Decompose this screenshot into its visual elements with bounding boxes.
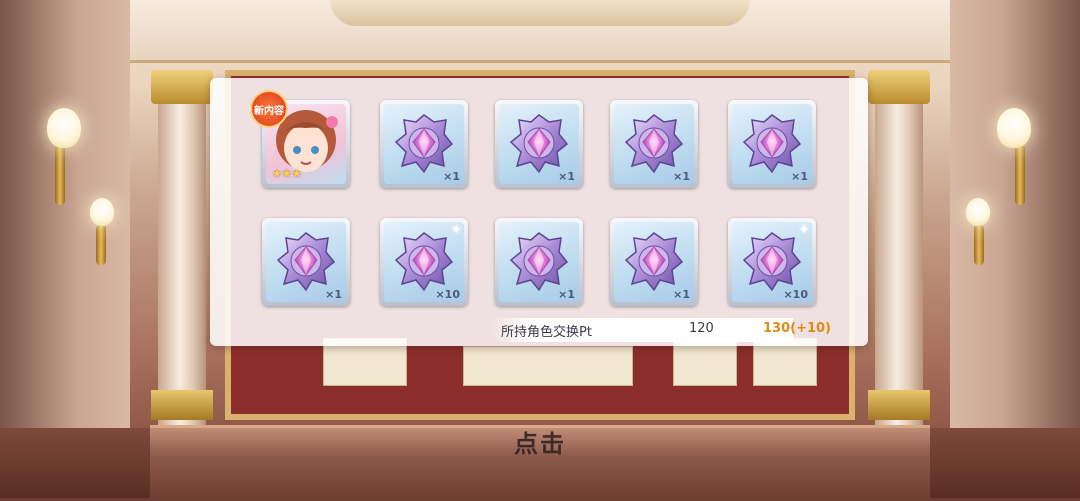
item-slot[interactable]: ×10 ✦ <box>380 218 468 306</box>
item-slot[interactable]: ×10 ✦ <box>728 218 816 306</box>
right-pillar-capital <box>868 70 930 104</box>
exchange-pt-row: 所持角色交换Pt 120 130(+10) <box>493 318 831 342</box>
purple-gem-icon <box>277 232 335 291</box>
wall-lamp-left-small <box>90 198 114 226</box>
item-slot[interactable]: ×1 <box>728 100 816 188</box>
right-pillar <box>875 70 923 440</box>
purple-gem-icon <box>743 114 801 173</box>
lamp-arm <box>55 145 65 205</box>
item-quantity: ×1 <box>558 170 575 183</box>
item-quantity: ×1 <box>443 170 460 183</box>
item-quantity: ×10 <box>435 288 460 301</box>
exchange-pt-current: 120 <box>689 321 714 336</box>
gacha-result-panel: 新内容 ★★★ ×1 ×1 ×1 ×1 ×1 ×10 ✦ ×1 ×1 ×10 ✦… <box>210 78 868 346</box>
item-quantity: ×1 <box>673 170 690 183</box>
left-pillar <box>158 70 206 440</box>
item-quantity: ×1 <box>673 288 690 301</box>
item-slot[interactable]: ×1 <box>380 100 468 188</box>
purple-gem-icon <box>395 114 453 173</box>
lamp-arm <box>96 225 106 265</box>
wall-lamp-right <box>997 108 1031 148</box>
item-quantity: ×10 <box>783 288 808 301</box>
left-pillar-capital <box>151 70 213 104</box>
item-slot[interactable]: ×1 <box>610 100 698 188</box>
item-slot[interactable]: ×1 <box>495 218 583 306</box>
exchange-pt-new: 130(+10) <box>763 321 832 336</box>
purple-gem-icon <box>510 232 568 291</box>
right-pillar-base <box>868 390 930 420</box>
wall-lamp-right-small <box>966 198 990 226</box>
new-content-badge: 新内容 <box>250 90 288 128</box>
purple-gem-icon <box>510 114 568 173</box>
purple-gem-icon <box>625 114 683 173</box>
wall-lamp-left <box>47 108 81 148</box>
sparkle-icon: ✦ <box>798 222 810 238</box>
purple-gem-icon <box>395 232 453 291</box>
lamp-arm <box>974 225 984 265</box>
item-slot[interactable]: ×1 <box>495 100 583 188</box>
left-pillar-base <box>151 390 213 420</box>
left-wall <box>0 0 130 498</box>
item-slot[interactable]: ×1 <box>610 218 698 306</box>
tap-to-continue-label[interactable]: 点击 <box>510 424 570 459</box>
item-quantity: ×1 <box>791 170 808 183</box>
item-quantity: ×1 <box>558 288 575 301</box>
item-slot[interactable]: ×1 <box>262 218 350 306</box>
exchange-pt-label: 所持角色交换Pt <box>501 325 592 340</box>
right-wall <box>950 0 1080 498</box>
purple-gem-icon <box>625 232 683 291</box>
notice-paper <box>463 346 633 386</box>
sparkle-icon: ✦ <box>450 222 462 238</box>
rarity-stars: ★★★ <box>272 167 302 180</box>
purple-gem-icon <box>743 232 801 291</box>
top-ornament <box>330 0 750 26</box>
item-quantity: ×1 <box>325 288 342 301</box>
lamp-arm <box>1015 145 1025 205</box>
character-card[interactable]: 新内容 ★★★ <box>250 90 350 188</box>
